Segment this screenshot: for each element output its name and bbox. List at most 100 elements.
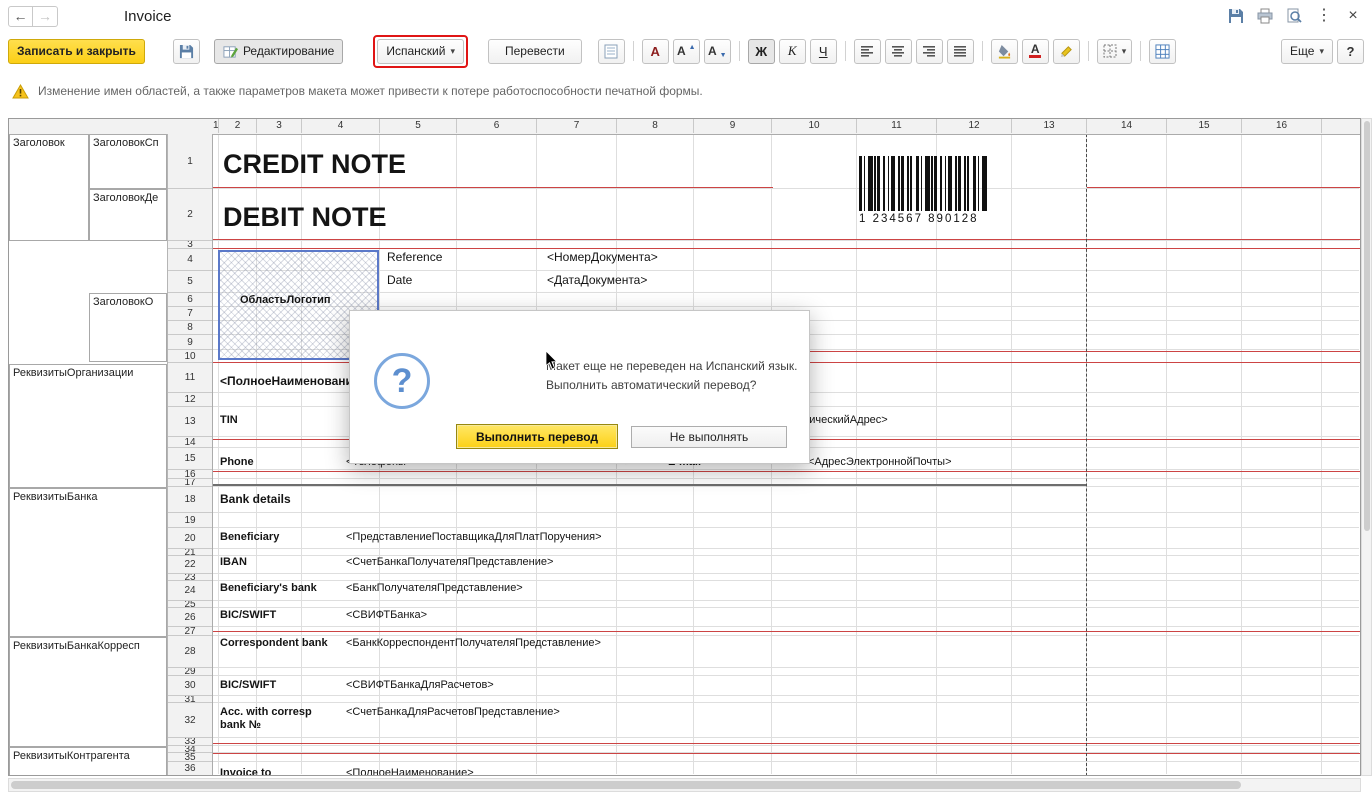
sheet-cell[interactable]: TIN [220, 414, 238, 427]
row-header-27[interactable]: 27 [168, 627, 212, 636]
fill-color-button[interactable] [990, 38, 1018, 64]
language-dropdown[interactable]: Испанский ▾ [377, 38, 464, 64]
column-header-7[interactable]: 7 [537, 119, 617, 133]
sheet-cell[interactable]: Date [387, 273, 412, 288]
horizontal-scrollbar-thumb[interactable] [11, 781, 1241, 789]
edit-mode-button[interactable]: Редактирование [213, 38, 344, 64]
row-header-12[interactable]: 12 [168, 393, 212, 407]
column-header-12[interactable]: 12 [937, 119, 1012, 133]
sheet-cell[interactable]: <СчетБанкаДляРасчетовПредставление> [346, 706, 560, 719]
row-header-9[interactable]: 9 [168, 335, 212, 350]
align-right-button[interactable] [915, 38, 943, 64]
row-header-11[interactable]: 11 [168, 363, 212, 393]
sheet-cell[interactable]: <БанкПолучателяПредставление> [346, 582, 523, 595]
font-size-decrease-button[interactable]: А ▼ [703, 38, 731, 64]
sheet-cell[interactable]: CREDIT NOTE [223, 149, 406, 180]
font-size-increase-button[interactable]: А ▲ [672, 38, 700, 64]
row-header-21[interactable]: 21 [168, 549, 212, 556]
column-header-6[interactable]: 6 [457, 119, 537, 133]
row-header-5[interactable]: 5 [168, 271, 212, 293]
sheet-cell[interactable]: Correspondent bank [220, 637, 338, 650]
sheet-cell[interactable]: Acc. with corresp bank № [220, 706, 338, 732]
font-color-button[interactable]: А [1021, 38, 1049, 64]
sheet-cell[interactable]: ОбластьЛоготип [240, 294, 331, 307]
row-header-4[interactable]: 4 [168, 249, 212, 271]
borders-dropdown[interactable]: ▾ [1096, 38, 1133, 64]
translate-button[interactable]: Перевести [487, 38, 582, 64]
sheet-cell[interactable]: Invoice to [220, 767, 271, 775]
horizontal-scrollbar[interactable] [8, 778, 1361, 792]
row-header-26[interactable]: 26 [168, 608, 212, 627]
print-icon-button[interactable] [1255, 5, 1277, 27]
forward-button[interactable]: → [33, 5, 58, 27]
column-header-10[interactable]: 10 [772, 119, 857, 133]
table-button[interactable] [1149, 38, 1177, 64]
row-header-17[interactable]: 17 [168, 479, 212, 487]
bold-button[interactable]: Ж [747, 38, 775, 64]
row-header-30[interactable]: 30 [168, 676, 212, 696]
align-justify-button[interactable] [946, 38, 974, 64]
confirm-translate-button[interactable]: Выполнить перевод [456, 424, 618, 449]
row-header-3[interactable]: 3 [168, 241, 212, 249]
vertical-scrollbar[interactable] [1361, 118, 1372, 776]
row-header-31[interactable]: 31 [168, 696, 212, 703]
sheet-cell[interactable]: <НомерДокумента> [547, 250, 658, 265]
row-header-8[interactable]: 8 [168, 321, 212, 335]
row-header-25[interactable]: 25 [168, 601, 212, 608]
row-header-33[interactable]: 33 [168, 738, 212, 746]
sheet-cell[interactable]: Beneficiary [220, 531, 279, 544]
column-header-5[interactable]: 5 [380, 119, 457, 133]
sheet-cell[interactable]: <ПолноеНаименование> [220, 374, 367, 389]
row-header-16[interactable]: 16 [168, 470, 212, 479]
help-button[interactable]: ? [1337, 38, 1364, 64]
row-header-14[interactable]: 14 [168, 437, 212, 448]
vertical-scrollbar-thumb[interactable] [1364, 121, 1370, 531]
column-header-3[interactable]: 3 [257, 119, 302, 133]
sheet-cell[interactable]: DEBIT NOTE [223, 202, 387, 233]
align-left-button[interactable] [853, 38, 881, 64]
more-dropdown[interactable]: Еще ▾ [1281, 38, 1333, 64]
sheet-cell[interactable]: Phone [220, 456, 254, 469]
italic-button[interactable]: К [778, 38, 806, 64]
align-center-button[interactable] [884, 38, 912, 64]
column-header-14[interactable]: 14 [1087, 119, 1167, 133]
row-header-19[interactable]: 19 [168, 513, 212, 528]
sheet-cell[interactable]: Beneficiary's bank [220, 582, 317, 595]
sheet-cell[interactable]: Reference [387, 250, 442, 265]
highlight-button[interactable] [1052, 38, 1080, 64]
back-button[interactable]: ← [8, 5, 33, 27]
row-header-28[interactable]: 28 [168, 636, 212, 668]
sheet-cell[interactable]: <БанкКорреспондентПолучателяПредставлени… [346, 637, 601, 650]
preview-icon-button[interactable] [1284, 5, 1306, 27]
sheet-cell[interactable]: <ПолноеНаименование> [346, 767, 474, 775]
column-header-13[interactable]: 13 [1012, 119, 1087, 133]
underline-button[interactable]: Ч [809, 38, 837, 64]
row-header-6[interactable]: 6 [168, 293, 212, 307]
column-header-11[interactable]: 11 [857, 119, 937, 133]
row-header-24[interactable]: 24 [168, 581, 212, 601]
sheet-cell[interactable]: <СВИФТБанка> [346, 609, 427, 622]
sheet-cell[interactable]: <СВИФТБанкаДляРасчетов> [346, 679, 494, 692]
row-header-34[interactable]: 34 [168, 746, 212, 753]
sheet-cell[interactable]: IBAN [220, 556, 247, 569]
sheet-cell[interactable]: <ПредставлениеПоставщикаДляПлатПоручения… [346, 531, 602, 544]
sheet-cell[interactable]: Bank details [220, 492, 291, 507]
save-button[interactable] [172, 38, 200, 64]
row-header-15[interactable]: 15 [168, 448, 212, 470]
sheet-cell[interactable]: BIC/SWIFT [220, 679, 276, 692]
close-icon-button[interactable]: × [1342, 5, 1364, 27]
row-header-22[interactable]: 22 [168, 556, 212, 574]
column-header-16[interactable]: 16 [1242, 119, 1322, 133]
column-header-8[interactable]: 8 [617, 119, 694, 133]
row-header-35[interactable]: 35 [168, 753, 212, 762]
row-header-7[interactable]: 7 [168, 307, 212, 321]
font-button[interactable]: А [641, 38, 669, 64]
row-header-32[interactable]: 32 [168, 703, 212, 738]
menu-icon-button[interactable]: ⋮ [1313, 5, 1335, 27]
row-header-18[interactable]: 18 [168, 487, 212, 513]
sheet-cell[interactable]: <АдресЭлектроннойПочты> [808, 456, 952, 469]
row-header-13[interactable]: 13 [168, 407, 212, 437]
column-header-2[interactable]: 2 [219, 119, 257, 133]
save-icon-button[interactable] [1226, 5, 1248, 27]
sheet-cell[interactable]: BIC/SWIFT [220, 609, 276, 622]
